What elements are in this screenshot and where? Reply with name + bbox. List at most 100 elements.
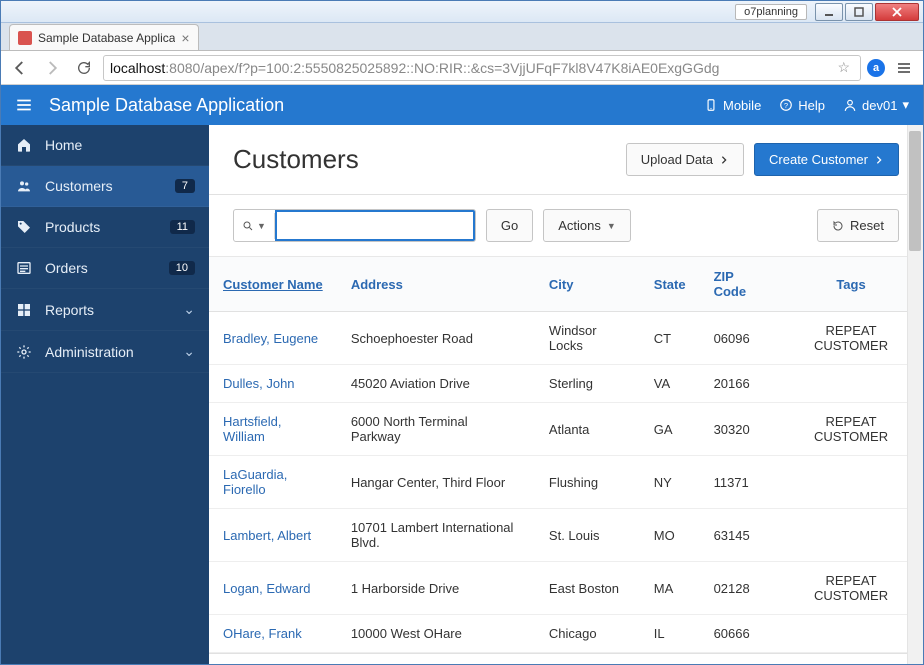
mobile-link[interactable]: Mobile (704, 98, 761, 113)
app-title: Sample Database Application (49, 95, 284, 116)
browser-menu-button[interactable] (891, 55, 917, 81)
actions-label: Actions (558, 218, 601, 233)
customer-name-link[interactable]: Lambert, Albert (209, 509, 337, 562)
sidebar-badge: 11 (170, 220, 195, 234)
tab-title: Sample Database Applica (38, 31, 175, 45)
column-header[interactable]: Address (337, 257, 535, 312)
cell-zip: 30320 (700, 403, 779, 456)
app-header: Sample Database Application Mobile ? Hel… (1, 85, 923, 125)
url-path: /apex/f?p=100:2:5550825025892::NO:RIR::&… (200, 60, 719, 76)
window-close-button[interactable] (875, 3, 919, 21)
cell-tags (779, 509, 923, 562)
sidebar-badge: 7 (175, 179, 195, 193)
user-menu[interactable]: dev01 ▾ (843, 97, 909, 113)
sidebar-item-reports[interactable]: Reports⌄ (1, 289, 209, 331)
cell-address: 10701 Lambert International Blvd. (337, 509, 535, 562)
scrollbar-thumb[interactable] (909, 131, 921, 251)
cell-zip: 06096 (700, 312, 779, 365)
cell-zip: 20166 (700, 365, 779, 403)
cell-state: IL (640, 615, 700, 653)
help-link[interactable]: ? Help (779, 98, 825, 113)
sidebar-badge: 10 (169, 261, 195, 275)
browser-tab[interactable]: Sample Database Applica × (9, 24, 199, 50)
help-icon: ? (779, 98, 793, 112)
browser-toolbar: localhost:8080/apex/f?p=100:2:5550825025… (1, 51, 923, 85)
customer-name-link[interactable]: Hartsfield, William (209, 403, 337, 456)
sidebar-item-label: Reports (45, 302, 183, 318)
sidebar-item-administration[interactable]: Administration⌄ (1, 331, 209, 373)
column-header[interactable]: ZIP Code (700, 257, 779, 312)
cell-tags: REPEAT CUSTOMER (779, 312, 923, 365)
user-label: dev01 (862, 98, 897, 113)
cell-state: NY (640, 456, 700, 509)
window-maximize-button[interactable] (845, 3, 873, 21)
table-row: LaGuardia, FiorelloHangar Center, Third … (209, 456, 923, 509)
table-row: Dulles, John45020 Aviation DriveSterling… (209, 365, 923, 403)
bookmark-star-icon[interactable]: ☆ (837, 59, 850, 76)
nav-forward-button[interactable] (39, 55, 65, 81)
tab-close-icon[interactable]: × (181, 30, 189, 46)
url-host: localhost (110, 60, 165, 76)
upload-data-button[interactable]: Upload Data (626, 143, 744, 176)
sidebar-toggle-button[interactable] (15, 96, 33, 114)
cell-zip: 63145 (700, 509, 779, 562)
nav-reload-button[interactable] (71, 55, 97, 81)
customer-name-link[interactable]: LaGuardia, Fiorello (209, 456, 337, 509)
column-header[interactable]: Tags (779, 257, 923, 312)
gear-icon (15, 344, 33, 360)
scrollbar[interactable] (907, 125, 923, 664)
mobile-icon (704, 98, 718, 112)
os-titlebar: o7planning (1, 1, 923, 23)
actions-dropdown[interactable]: Actions ▼ (543, 209, 631, 242)
help-label: Help (798, 98, 825, 113)
main-content: Customers Upload Data Create Customer (209, 125, 923, 664)
cell-city: Chicago (535, 615, 640, 653)
chevron-right-icon (874, 155, 884, 165)
cell-address: 45020 Aviation Drive (337, 365, 535, 403)
nav-back-button[interactable] (7, 55, 33, 81)
cell-state: VA (640, 365, 700, 403)
reset-button[interactable]: Reset (817, 209, 899, 242)
search-column-dropdown[interactable]: ▼ (234, 213, 275, 239)
o7-badge: o7planning (735, 4, 807, 20)
customer-name-link[interactable]: Dulles, John (209, 365, 337, 403)
cell-address: Hangar Center, Third Floor (337, 456, 535, 509)
chevron-right-icon (719, 155, 729, 165)
chevron-down-icon: ▾ (902, 97, 909, 113)
table-row: Lambert, Albert10701 Lambert Internation… (209, 509, 923, 562)
customers-table: Customer NameAddressCityStateZIP CodeTag… (209, 257, 923, 653)
url-input[interactable]: localhost:8080/apex/f?p=100:2:5550825025… (103, 55, 861, 81)
users-icon (15, 178, 33, 194)
chevron-down-icon: ▼ (257, 221, 266, 231)
pagination-text: 1 - 7 of 7 (209, 653, 923, 664)
window-minimize-button[interactable] (815, 3, 843, 21)
go-button[interactable]: Go (486, 209, 533, 242)
sidebar-item-orders[interactable]: Orders10 (1, 248, 209, 289)
cell-zip: 60666 (700, 615, 779, 653)
create-customer-button[interactable]: Create Customer (754, 143, 899, 176)
create-label: Create Customer (769, 152, 868, 167)
column-header[interactable]: Customer Name (209, 257, 337, 312)
cell-city: St. Louis (535, 509, 640, 562)
cell-zip: 02128 (700, 562, 779, 615)
sidebar-item-label: Administration (45, 344, 183, 360)
sidebar-item-products[interactable]: Products11 (1, 207, 209, 248)
column-header[interactable]: City (535, 257, 640, 312)
cell-address: 1 Harborside Drive (337, 562, 535, 615)
sidebar-item-label: Orders (45, 260, 169, 276)
customer-name-link[interactable]: Logan, Edward (209, 562, 337, 615)
table-row: Hartsfield, William6000 North Terminal P… (209, 403, 923, 456)
sidebar-item-label: Customers (45, 178, 175, 194)
cell-tags (779, 365, 923, 403)
cell-city: East Boston (535, 562, 640, 615)
url-port: :8080 (165, 60, 200, 76)
extension-badge[interactable]: a (867, 59, 885, 77)
customer-name-link[interactable]: OHare, Frank (209, 615, 337, 653)
column-header[interactable]: State (640, 257, 700, 312)
sidebar-item-customers[interactable]: Customers7 (1, 166, 209, 207)
cell-city: Flushing (535, 456, 640, 509)
search-input[interactable] (275, 210, 475, 241)
customer-name-link[interactable]: Bradley, Eugene (209, 312, 337, 365)
sidebar-item-home[interactable]: Home (1, 125, 209, 166)
cell-state: CT (640, 312, 700, 365)
